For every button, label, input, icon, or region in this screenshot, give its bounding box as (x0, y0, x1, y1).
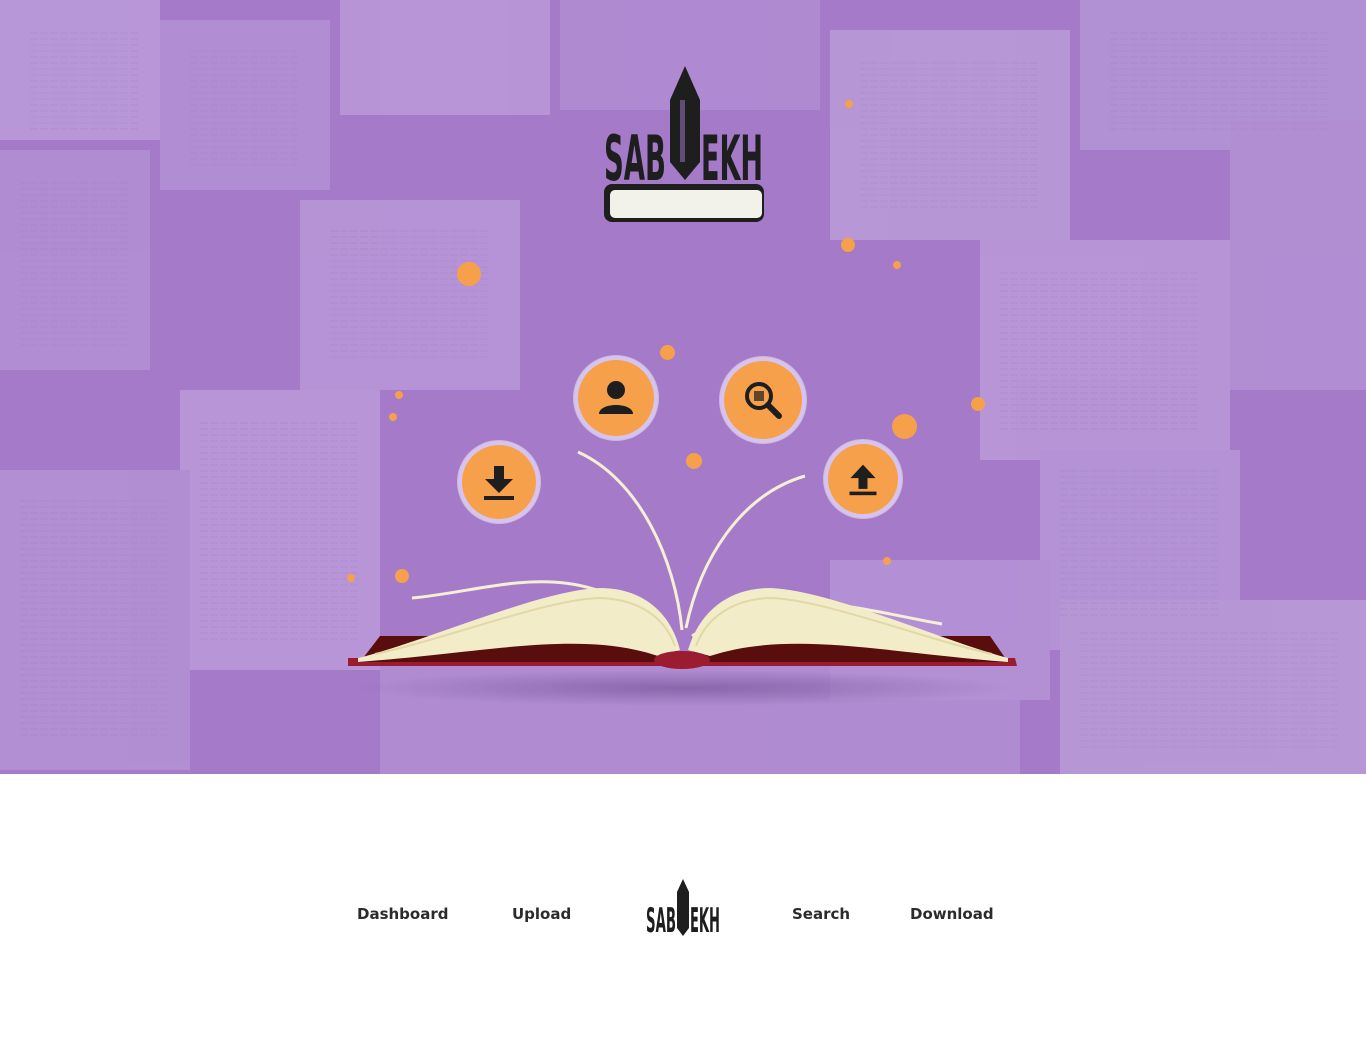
nav-search[interactable]: Search (792, 905, 850, 923)
decor-dot (845, 100, 853, 108)
svg-text:SAB: SAB (646, 901, 676, 938)
decor-dot (457, 262, 481, 286)
nav-dashboard[interactable]: Dashboard (357, 905, 448, 923)
nav-upload[interactable]: Upload (512, 905, 571, 923)
decor-dot (395, 391, 403, 399)
decor-dot (389, 413, 397, 421)
search-icon-button[interactable] (724, 361, 802, 439)
nav-download[interactable]: Download (910, 905, 994, 923)
svg-text:EKH: EKH (690, 901, 720, 938)
upload-icon (849, 464, 877, 496)
decor-dot (841, 238, 855, 252)
sablekh-logo-nav[interactable]: SAB EKH (644, 878, 724, 938)
main-navigation: Dashboard Upload SAB EKH Search Download (0, 860, 1366, 970)
open-book-illustration (348, 450, 1017, 706)
search-icon (745, 382, 782, 419)
download-icon (484, 466, 514, 500)
upload-icon-button[interactable] (828, 444, 898, 514)
decor-dot (660, 345, 675, 360)
sablekh-logo: SAB EKH (604, 66, 764, 222)
decor-dot (971, 397, 985, 411)
hero-banner: SAB EKH (0, 0, 1366, 774)
user-icon (599, 381, 633, 414)
decor-dot (892, 414, 917, 439)
user-icon-button[interactable] (578, 360, 654, 436)
download-icon-button[interactable] (462, 445, 536, 519)
decor-dot (893, 261, 901, 269)
